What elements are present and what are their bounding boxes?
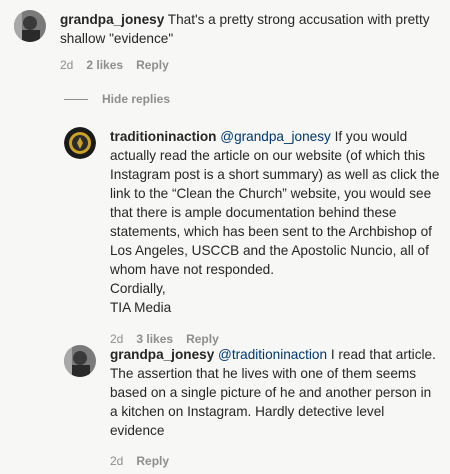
reply-grandpa-jonesy: grandpa_jonesy @traditioninaction I read… <box>64 345 436 469</box>
reply-text-line: statements, which has been sent to the A… <box>110 224 432 239</box>
reply-text-line: evidence <box>110 423 165 438</box>
reply-username[interactable]: traditioninaction <box>110 129 216 144</box>
avatar-grandpa-jonesy[interactable] <box>64 345 96 377</box>
reply-text-line: Cordially, <box>110 281 166 296</box>
reply-text-line: a kitchen on Instagram. Hardly detective… <box>110 404 385 419</box>
reply-traditioninaction: traditioninaction @grandpa_jonesy If you… <box>64 127 439 347</box>
reply-button[interactable]: Reply <box>136 454 169 469</box>
reply-text-line: Instagram post is a short summary) as we… <box>110 167 440 182</box>
reply-text-line: TIA Media <box>110 300 172 315</box>
avatar-grandpa-jonesy[interactable] <box>14 10 46 42</box>
reply-text-line: link to the “Clean the Church” website, … <box>110 186 432 201</box>
comment-text-line-1: That's a pretty strong accusation with p… <box>167 12 430 27</box>
reply-text-line: The assertion that he lives with one of … <box>110 366 417 381</box>
reply-text-line: Los Angeles, USCCB and the Apostolic Nun… <box>110 243 429 258</box>
comment-text-line-2: shallow "evidence" <box>60 31 174 46</box>
comment-time: 2d <box>60 58 74 72</box>
reply-text-line-1: If you would <box>330 129 408 144</box>
reply-username[interactable]: grandpa_jonesy <box>110 347 214 362</box>
comment-username[interactable]: grandpa_jonesy <box>60 12 164 27</box>
reply-text-line: whom have not responded. <box>110 262 274 277</box>
mention-link[interactable]: @grandpa_jonesy <box>220 129 331 144</box>
reply-button[interactable]: Reply <box>136 58 169 73</box>
mention-link[interactable]: @traditioninaction <box>218 347 327 362</box>
reply-text-line: based on a single picture of he and anot… <box>110 385 432 400</box>
reply-time: 2d <box>110 454 124 468</box>
comment-likes[interactable]: 2 likes <box>86 58 123 73</box>
divider-line <box>64 98 88 100</box>
hide-replies-label: Hide replies <box>102 92 171 106</box>
reply-text-line-1: I read that article. <box>327 347 436 362</box>
reply-text-line: actually read the article on our website… <box>110 148 426 163</box>
hide-replies-button[interactable]: Hide replies <box>64 92 170 106</box>
avatar-traditioninaction[interactable] <box>64 127 96 159</box>
reply-text-line: that there is ample documentation behind… <box>110 205 397 220</box>
comment-grandpa-jonesy: grandpa_jonesy That's a pretty strong ac… <box>14 10 430 73</box>
